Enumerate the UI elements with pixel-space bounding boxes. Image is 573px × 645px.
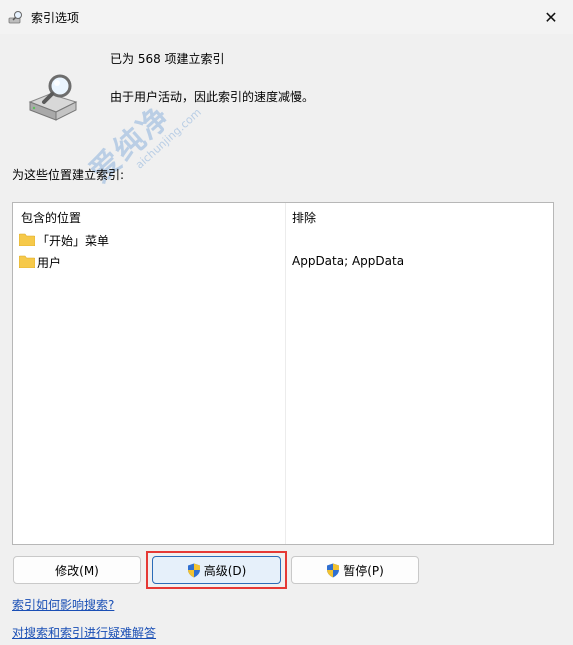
uac-shield-icon [327,563,340,577]
location-name: 「开始」菜单 [37,234,110,248]
troubleshoot-search-link[interactable]: 对搜索和索引进行疑难解答 [12,624,156,641]
modify-button[interactable]: 修改(M) [13,556,141,584]
location-name: 用户 [37,256,62,270]
indexing-drive-icon [28,74,78,121]
search-drive-icon [8,11,22,24]
close-button[interactable]: ✕ [529,0,573,34]
indexed-count-text: 已为 568 项建立索引 [110,52,225,66]
how-indexing-affects-search-link[interactable]: 索引如何影响搜索? [12,596,114,613]
folder-icon [19,255,35,268]
indexed-locations-list[interactable]: 包含的位置 排除 「开始」菜单 用户 AppData; AppData [12,202,554,545]
pause-button-label: 暂停(P) [343,563,384,578]
locations-label: 为这些位置建立索引: [12,168,125,182]
title-bar: 索引选项 ✕ [0,0,573,34]
highlight-box [146,551,287,589]
window-title: 索引选项 [31,11,80,25]
pause-button[interactable]: 暂停(P) [291,556,419,584]
column-header-exclude[interactable]: 排除 [292,209,316,226]
column-header-included[interactable]: 包含的位置 [21,209,81,226]
list-item[interactable]: 「开始」菜单 [13,229,553,251]
modify-button-label: 修改(M) [55,563,99,578]
folder-icon [19,233,35,246]
location-exclusions: AppData; AppData [292,254,405,268]
list-item[interactable]: 用户 AppData; AppData [13,251,553,273]
close-icon: ✕ [544,7,558,27]
